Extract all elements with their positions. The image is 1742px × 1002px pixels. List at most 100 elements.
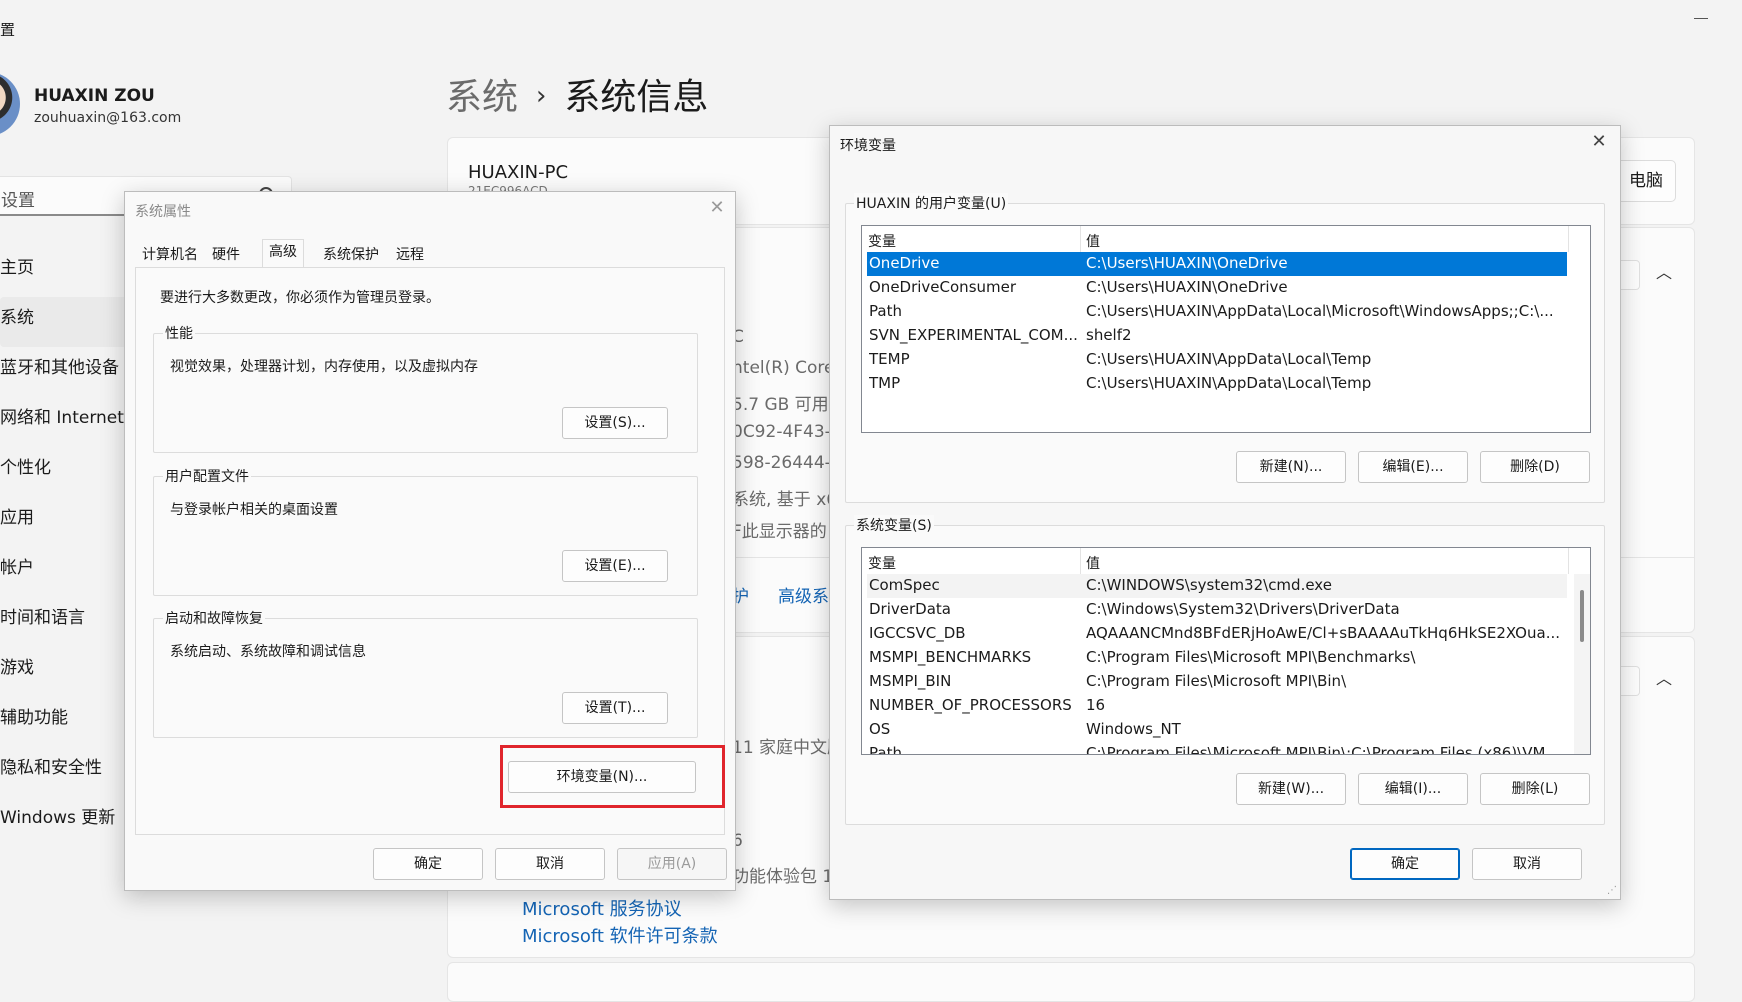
search-placeholder: 设置 bbox=[1, 191, 35, 211]
column-variable[interactable]: 变量 bbox=[868, 553, 896, 573]
link-service-agreement[interactable]: Microsoft 服务协议 bbox=[522, 895, 682, 921]
startup-recovery-label: 启动和故障恢复 bbox=[163, 608, 265, 628]
user-var-row[interactable]: OneDriveConsumer C:\Users\HUAXIN\OneDrive bbox=[867, 276, 1567, 300]
spec-device-id: 0C92-4F43- bbox=[732, 422, 831, 442]
related-link-advanced[interactable]: 高级系 bbox=[778, 582, 829, 607]
spec-product-id: 598-26444-A bbox=[732, 453, 843, 473]
system-var-row[interactable]: MSMPI_BIN C:\Program Files\Microsoft MPI\… bbox=[867, 670, 1567, 694]
pc-name: HUAXIN-PC bbox=[468, 162, 569, 183]
avatar[interactable] bbox=[0, 72, 20, 136]
spec-ram: 5.7 GB 可用) bbox=[732, 395, 836, 415]
performance-settings-button[interactable]: 设置(S)... bbox=[562, 407, 668, 439]
cancel-button[interactable]: 取消 bbox=[495, 848, 605, 880]
column-divider[interactable] bbox=[1080, 226, 1081, 252]
resize-grip-icon[interactable]: ⋰ bbox=[1607, 885, 1617, 896]
startup-recovery-desc: 系统启动、系统故障和调试信息 bbox=[170, 644, 366, 660]
settings-app-title: 置 bbox=[0, 21, 16, 39]
system-new-button[interactable]: 新建(W)... bbox=[1236, 773, 1346, 805]
column-divider[interactable] bbox=[1568, 548, 1569, 574]
chevron-up-icon[interactable]: ︿ bbox=[1656, 259, 1672, 283]
highlight-annotation-box bbox=[500, 745, 725, 808]
environment-variables-dialog: 环境变量 ✕ HUAXIN 的用户变量(U) 变量 值 OneDrive C:\U… bbox=[829, 125, 1621, 900]
var-name: TMP bbox=[869, 374, 901, 392]
var-name: TEMP bbox=[869, 350, 910, 368]
var-name: IGCCSVC_DB bbox=[869, 624, 966, 642]
user-var-row[interactable]: TEMP C:\Users\HUAXIN\AppData\Local\Temp bbox=[867, 348, 1567, 372]
user-email: zouhuaxin@163.com bbox=[34, 110, 182, 126]
var-name: MSMPI_BENCHMARKS bbox=[869, 648, 1032, 666]
system-var-row[interactable]: ComSpec C:\WINDOWS\system32\cmd.exe bbox=[867, 574, 1567, 598]
close-icon[interactable]: ✕ bbox=[707, 197, 727, 218]
page-title: 系统信息 bbox=[564, 77, 709, 118]
var-value: 16 bbox=[1086, 696, 1106, 714]
user-var-row[interactable]: SVN_EXPERIMENTAL_COM... shelf2 bbox=[867, 324, 1567, 348]
support-card bbox=[447, 962, 1695, 1002]
performance-desc: 视觉效果，处理器计划，内存使用，以及虚拟内存 bbox=[170, 359, 478, 375]
user-edit-button[interactable]: 编辑(E)... bbox=[1358, 451, 1468, 483]
spec-edition: 11 家庭中文版 bbox=[732, 738, 845, 758]
system-variables-list[interactable]: 变量 值 ComSpec C:\WINDOWS\system32\cmd.exe … bbox=[861, 547, 1591, 755]
apply-button[interactable]: 应用(A) bbox=[617, 848, 727, 880]
var-value: AQAAANCMnd8BFdERjHoAwE/Cl+sBAAAAuTkHq6Hk… bbox=[1086, 624, 1560, 642]
column-variable[interactable]: 变量 bbox=[868, 231, 896, 251]
var-value: C:\Users\HUAXIN\AppData\Local\Temp bbox=[1086, 374, 1372, 392]
var-value: C:\Users\HUAXIN\OneDrive bbox=[1086, 254, 1288, 272]
user-new-button[interactable]: 新建(N)... bbox=[1236, 451, 1346, 483]
performance-label: 性能 bbox=[163, 323, 195, 343]
user-var-row[interactable]: TMP C:\Users\HUAXIN\AppData\Local\Temp bbox=[867, 372, 1567, 396]
tab-advanced[interactable]: 高级 bbox=[262, 239, 304, 269]
column-divider[interactable] bbox=[1080, 548, 1081, 574]
var-name: OS bbox=[869, 720, 891, 738]
spec-pen-touch: F此显示器的 bbox=[732, 522, 827, 542]
user-var-row[interactable]: OneDrive C:\Users\HUAXIN\OneDrive bbox=[867, 252, 1567, 276]
system-delete-button[interactable]: 删除(L) bbox=[1480, 773, 1590, 805]
var-name: ComSpec bbox=[869, 576, 940, 594]
spec-processor: ntel(R) Core( bbox=[732, 358, 842, 378]
breadcrumb-parent[interactable]: 系统 bbox=[446, 77, 518, 118]
var-name: NUMBER_OF_PROCESSORS bbox=[869, 696, 1072, 714]
copy-button-edge[interactable] bbox=[1620, 260, 1640, 290]
user-variables-label: HUAXIN 的用户变量(U) bbox=[854, 193, 1009, 213]
user-var-row[interactable]: Path C:\Users\HUAXIN\AppData\Local\Micros… bbox=[867, 300, 1567, 324]
copy-button-edge-2[interactable] bbox=[1620, 666, 1640, 696]
column-divider[interactable] bbox=[1568, 226, 1569, 252]
user-name: HUAXIN ZOU bbox=[34, 86, 155, 106]
vertical-scrollbar[interactable] bbox=[1574, 574, 1590, 754]
ok-button[interactable]: 确定 bbox=[373, 848, 483, 880]
var-value: C:\WINDOWS\system32\cmd.exe bbox=[1086, 576, 1332, 594]
system-var-row[interactable]: DriverData C:\Windows\System32\Drivers\Dr… bbox=[867, 598, 1567, 622]
tab-hardware[interactable]: 硬件 bbox=[205, 242, 247, 268]
ok-button[interactable]: 确定 bbox=[1350, 848, 1460, 880]
minimize-icon[interactable] bbox=[1694, 18, 1708, 19]
tab-system-protection[interactable]: 系统保护 bbox=[316, 242, 386, 268]
column-value[interactable]: 值 bbox=[1086, 231, 1100, 251]
var-name: Path bbox=[869, 744, 902, 755]
column-value[interactable]: 值 bbox=[1086, 553, 1100, 573]
breadcrumb-separator: › bbox=[536, 81, 547, 111]
chevron-up-icon-2[interactable]: ︿ bbox=[1656, 665, 1672, 689]
system-var-row[interactable]: NUMBER_OF_PROCESSORS 16 bbox=[867, 694, 1567, 718]
tab-computer-name[interactable]: 计算机名 bbox=[135, 242, 205, 268]
var-value: C:\Program Files\Microsoft MPI\Benchmark… bbox=[1086, 648, 1416, 666]
var-value: C:\Program Files\Microsoft MPI\Bin\ bbox=[1086, 672, 1347, 690]
var-value: C:\Users\HUAXIN\AppData\Local\Temp bbox=[1086, 350, 1372, 368]
system-var-row[interactable]: OS Windows_NT bbox=[867, 718, 1567, 742]
user-delete-button[interactable]: 删除(D) bbox=[1480, 451, 1590, 483]
var-value: C:\Users\HUAXIN\AppData\Local\Microsoft\… bbox=[1086, 302, 1554, 320]
breadcrumb: 系统 › 系统信息 bbox=[446, 68, 708, 120]
close-icon[interactable]: ✕ bbox=[1589, 131, 1609, 152]
user-variables-list[interactable]: 变量 值 OneDrive C:\Users\HUAXIN\OneDrive On… bbox=[861, 225, 1591, 433]
user-profile-settings-button[interactable]: 设置(E)... bbox=[562, 550, 668, 582]
system-var-row[interactable]: Path C:\Program Files\Microsoft MPI\Bin\;… bbox=[867, 742, 1567, 755]
user-profile-label: 用户配置文件 bbox=[163, 466, 251, 486]
system-list-header: 变量 值 bbox=[862, 548, 1590, 574]
tab-remote[interactable]: 远程 bbox=[389, 242, 431, 268]
system-var-row[interactable]: MSMPI_BENCHMARKS C:\Program Files\Microso… bbox=[867, 646, 1567, 670]
cancel-button[interactable]: 取消 bbox=[1472, 848, 1582, 880]
var-value: C:\Windows\System32\Drivers\DriverData bbox=[1086, 600, 1400, 618]
system-edit-button[interactable]: 编辑(I)... bbox=[1358, 773, 1468, 805]
startup-recovery-settings-button[interactable]: 设置(T)... bbox=[562, 692, 668, 724]
scrollbar-thumb[interactable] bbox=[1580, 590, 1584, 642]
system-var-row[interactable]: IGCCSVC_DB AQAAANCMnd8BFdERjHoAwE/Cl+sBAA… bbox=[867, 622, 1567, 646]
link-license-terms[interactable]: Microsoft 软件许可条款 bbox=[522, 922, 718, 948]
